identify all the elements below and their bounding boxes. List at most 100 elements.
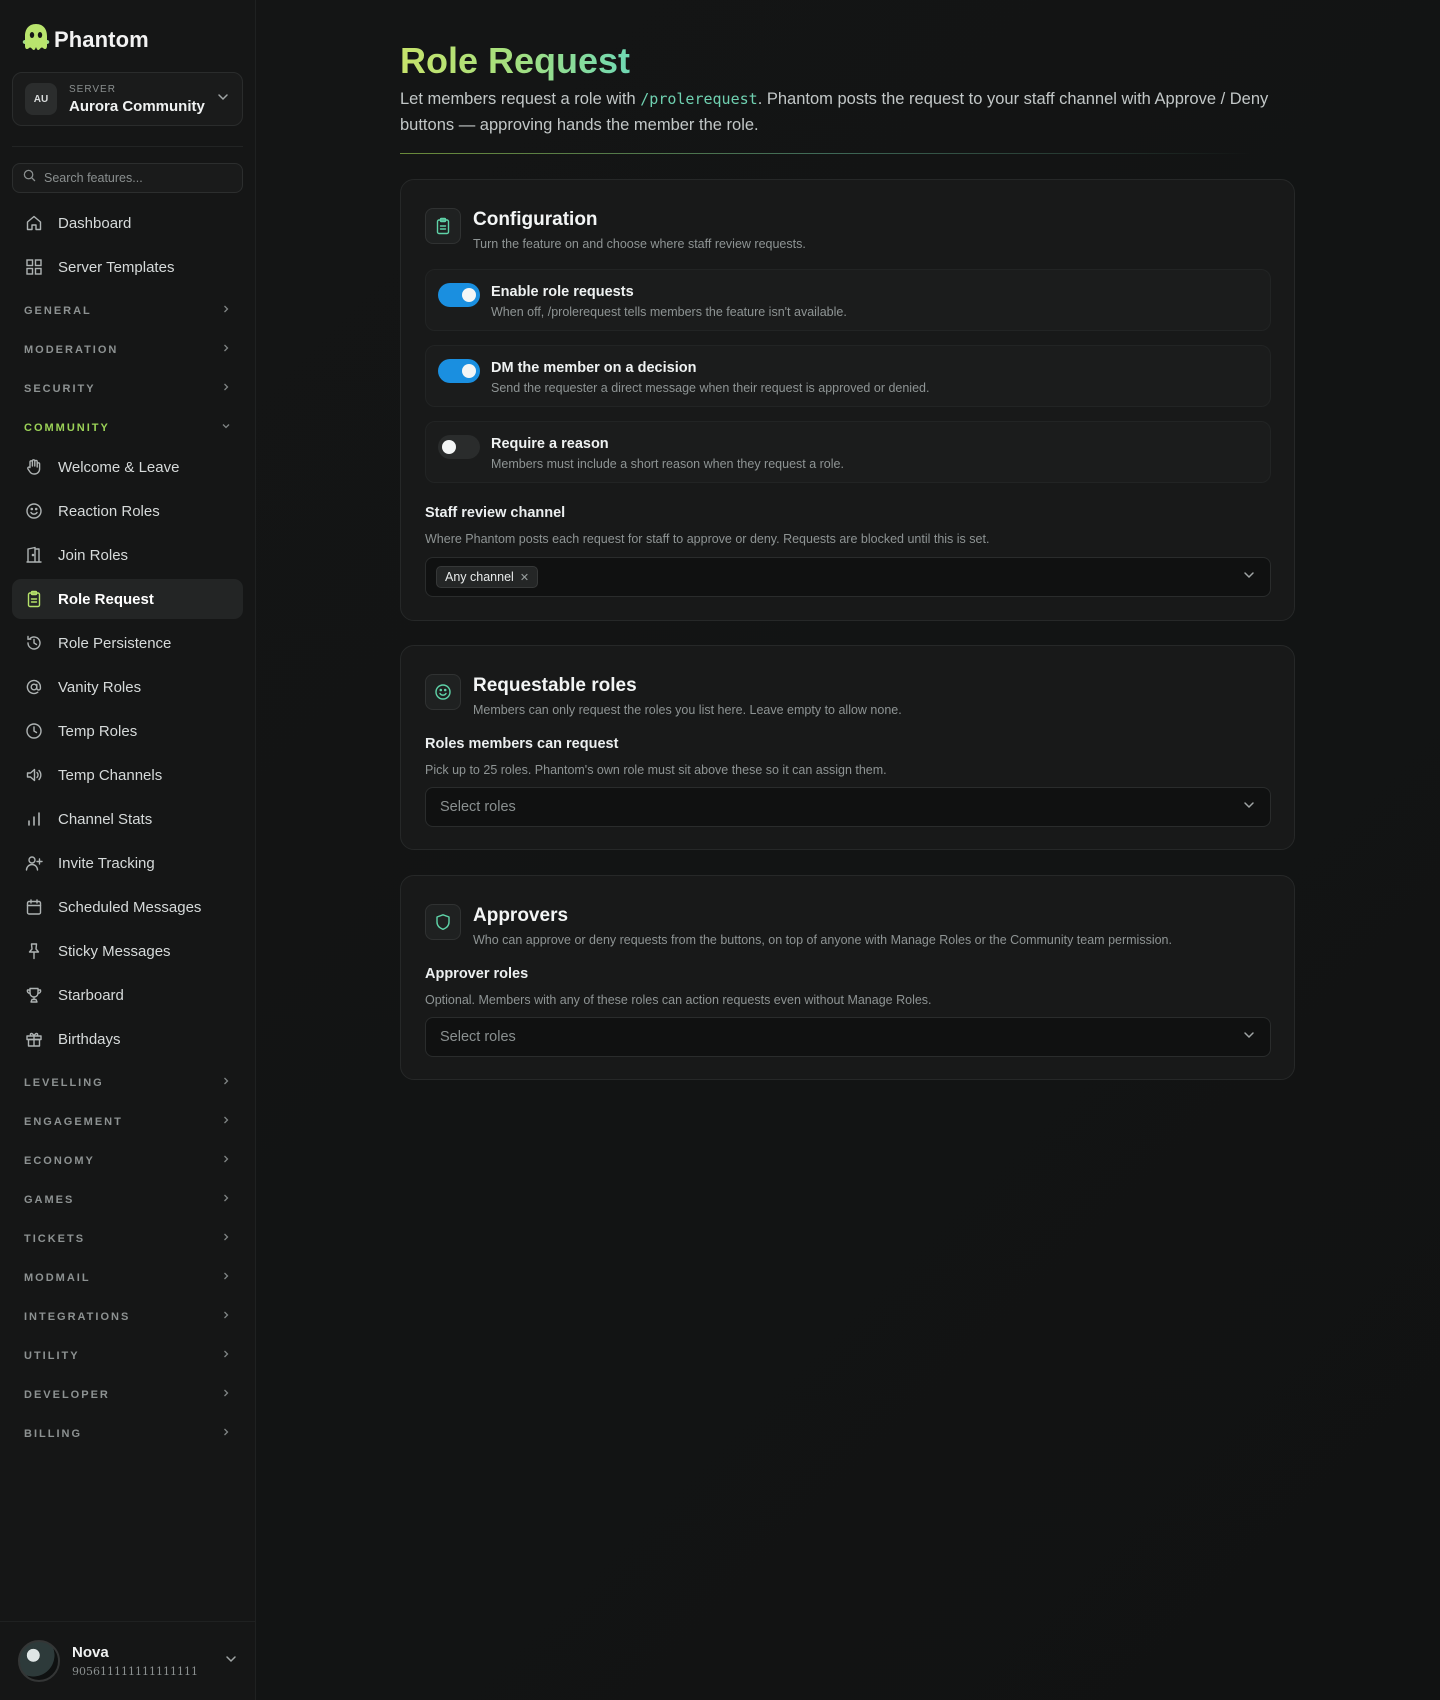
card-subtitle: Who can approve or deny requests from th… [473,933,1172,947]
door-icon [24,545,44,565]
clock-icon [24,721,44,741]
grid-icon [24,257,44,277]
gift-icon [24,1029,44,1049]
require-reason-toggle[interactable] [438,435,480,459]
approver-roles-select[interactable]: Select roles [425,1017,1271,1057]
search-input[interactable] [44,171,224,185]
section-utility[interactable]: UTILITY [12,1336,243,1375]
toggle-title: Require a reason [491,436,609,452]
chevron-right-icon [221,1076,231,1089]
chevron-right-icon [221,1427,231,1440]
feature-search[interactable] [12,163,243,193]
page-description: Let members request a role with /prolere… [400,86,1300,138]
chevron-right-icon [221,343,231,356]
user-menu[interactable]: Nova 905611111111111111 [0,1621,256,1700]
toggle-title: DM the member on a decision [491,360,697,376]
sidebar-item-scheduled-messages[interactable]: Scheduled Messages [12,887,243,927]
sidebar-item-label: Welcome & Leave [58,458,180,476]
sidebar-item-label: Scheduled Messages [58,898,202,916]
staff-channel-select[interactable]: Any channel ✕ [425,557,1271,597]
toggle-description: Send the requester a direct message when… [491,381,930,395]
chevron-down-icon [1242,798,1256,817]
clipboard-icon [425,208,461,244]
search-icon [23,169,36,187]
avatar [18,1640,60,1682]
section-games[interactable]: GAMES [12,1180,243,1219]
chevron-down-icon [221,421,231,434]
user-name: Nova [72,1644,109,1661]
section-modmail[interactable]: MODMAIL [12,1258,243,1297]
sidebar-item-role-request[interactable]: Role Request [12,579,243,619]
section-label: MODERATION [24,343,119,356]
sidebar-item-reaction-roles[interactable]: Reaction Roles [12,491,243,531]
field-label: Approver roles [425,966,529,982]
section-developer[interactable]: DEVELOPER [12,1375,243,1414]
sidebar-item-sticky-messages[interactable]: Sticky Messages [12,931,243,971]
dm-member-toggle[interactable] [438,359,480,383]
phantom-logo-icon [22,22,50,57]
requestable-roles-select[interactable]: Select roles [425,787,1271,827]
sidebar-item-join-roles[interactable]: Join Roles [12,535,243,575]
sidebar-item-label: Temp Roles [58,722,138,740]
section-label: INTEGRATIONS [24,1310,131,1323]
field-help: Optional. Members with any of these role… [425,993,932,1007]
section-tickets[interactable]: TICKETS [12,1219,243,1258]
section-label: MODMAIL [24,1271,91,1284]
section-label: LEVELLING [24,1076,104,1089]
sidebar-item-label: Dashboard [58,214,132,232]
field-help: Pick up to 25 roles. Phantom's own role … [425,763,887,777]
sidebar-item-birthdays[interactable]: Birthdays [12,1019,243,1059]
sidebar-item-label: Birthdays [58,1030,121,1048]
server-selector[interactable]: AU SERVER Aurora Community [12,72,243,126]
section-billing[interactable]: BILLING [12,1414,243,1453]
chevron-right-icon [221,1115,231,1128]
sidebar-item-server-templates[interactable]: Server Templates [12,247,243,287]
toggle-row-dm-member: DM the member on a decision Send the req… [425,345,1271,407]
card-title: Configuration [473,209,598,230]
chevron-right-icon [221,1232,231,1245]
sidebar-item-channel-stats[interactable]: Channel Stats [12,799,243,839]
pin-icon [24,941,44,961]
toggle-description: When off, /prolerequest tells members th… [491,305,847,319]
speaker-icon [24,765,44,785]
sidebar-item-temp-channels[interactable]: Temp Channels [12,755,243,795]
sidebar-item-welcome-leave[interactable]: Welcome & Leave [12,447,243,487]
smile-icon [425,674,461,710]
section-moderation[interactable]: MODERATION [12,330,243,369]
sidebar-item-role-persistence[interactable]: Role Persistence [12,623,243,663]
field-label: Roles members can request [425,736,619,752]
card-subtitle: Turn the feature on and choose where sta… [473,237,806,251]
section-security[interactable]: SECURITY [12,369,243,408]
remove-chip-icon[interactable]: ✕ [520,571,529,584]
sidebar-item-invite-tracking[interactable]: Invite Tracking [12,843,243,883]
sidebar-item-vanity-roles[interactable]: Vanity Roles [12,667,243,707]
section-general[interactable]: GENERAL [12,291,243,330]
sidebar-item-temp-roles[interactable]: Temp Roles [12,711,243,751]
section-integrations[interactable]: INTEGRATIONS [12,1297,243,1336]
chevron-right-icon [221,1193,231,1206]
section-label: DEVELOPER [24,1388,110,1401]
bar-chart-icon [24,809,44,829]
sidebar-item-starboard[interactable]: Starboard [12,975,243,1015]
section-levelling[interactable]: LEVELLING [12,1063,243,1102]
user-id: 905611111111111111 [72,1665,198,1678]
section-economy[interactable]: ECONOMY [12,1141,243,1180]
card-title: Approvers [473,905,569,926]
toggle-row-require-reason: Require a reason Members must include a … [425,421,1271,483]
chevron-down-icon [1242,568,1256,587]
brand[interactable]: Phantom [22,22,149,57]
server-name: Aurora Community [69,97,205,115]
sidebar-item-dashboard[interactable]: Dashboard [12,203,243,243]
shield-icon [425,904,461,940]
chevron-right-icon [221,382,231,395]
section-engagement[interactable]: ENGAGEMENT [12,1102,243,1141]
main-content: Role Request Let members request a role … [256,0,1440,1700]
title-divider [400,153,1250,154]
server-avatar: AU [25,83,57,115]
field-help: Where Phantom posts each request for sta… [425,532,990,546]
sidebar-item-label: Server Templates [58,258,175,276]
enable-role-requests-toggle[interactable] [438,283,480,307]
field-label: Staff review channel [425,505,566,521]
sidebar-item-label: Channel Stats [58,810,153,828]
section-community[interactable]: COMMUNITY [12,408,243,447]
